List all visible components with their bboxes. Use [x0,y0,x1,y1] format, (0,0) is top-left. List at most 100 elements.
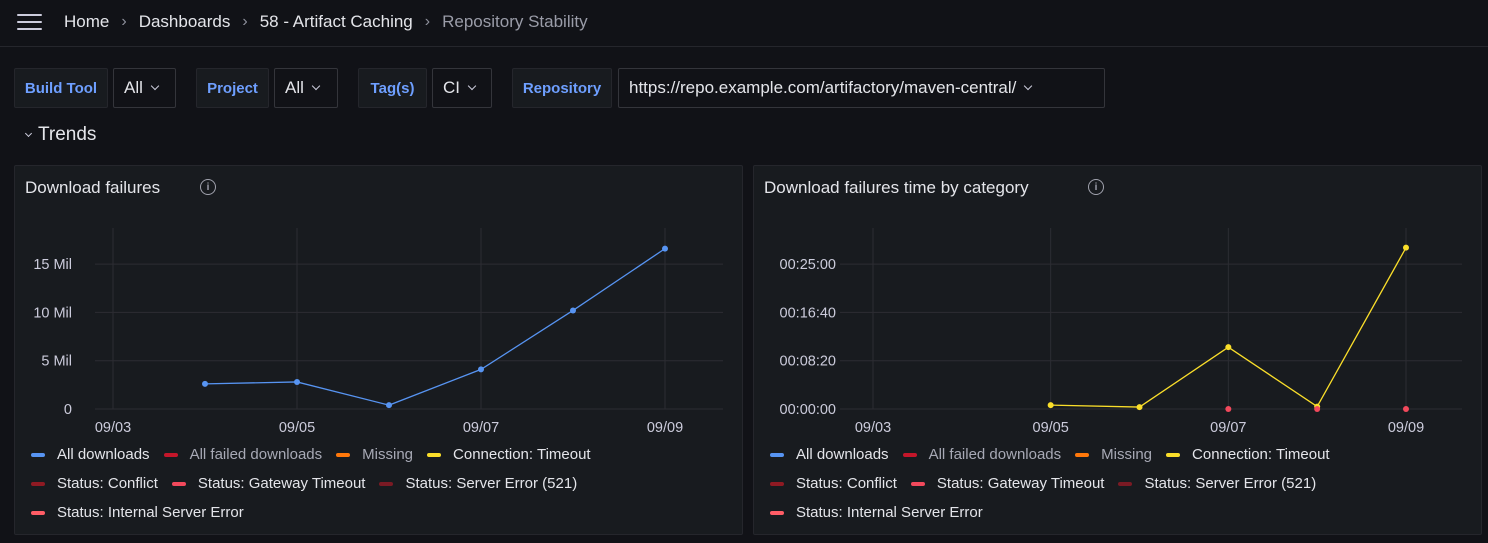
tags-label: Tag(s) [358,68,427,108]
y-tick-label: 10 Mil [33,305,72,321]
tags-select[interactable]: CI [432,68,492,108]
legend-item[interactable]: Status: Server Error (521) [1118,474,1316,493]
legend-label: Status: Server Error (521) [1144,475,1317,492]
repository-select[interactable]: https://repo.example.com/artifactory/mav… [618,68,1105,108]
data-point[interactable] [1403,406,1409,412]
legend-swatch [336,452,351,457]
panel-download-failures-time: Download failures time by category i 09/… [753,165,1482,535]
legend-swatch [770,481,784,486]
legend-item[interactable]: Status: Conflict [31,474,158,493]
row-title: Trends [38,124,97,145]
project-label: Project [196,68,269,108]
build-tool-select[interactable]: All [113,68,176,108]
legend: All downloads All failed downloads Missing… [31,445,731,522]
legend-item[interactable]: Status: Internal Server Error [770,503,983,522]
chevron-down-icon [1024,81,1033,91]
project-select[interactable]: All [274,68,338,108]
x-tick-label: 09/03 [855,420,891,436]
legend-item[interactable]: All failed downloads [163,445,323,464]
legend-swatch [171,481,186,486]
tags-value: CI [443,78,460,97]
legend-swatch [770,452,784,457]
legend-item[interactable]: All failed downloads [902,445,1062,464]
repository-value: https://repo.example.com/artifactory/mav… [629,78,1017,97]
chevron-down-icon [467,81,477,91]
data-point[interactable] [1314,406,1321,412]
top-bar: Home › Dashboards › 58 - Artifact Cachin… [0,0,1488,47]
x-tick-label: 09/05 [279,420,315,436]
legend-item[interactable]: Status: Internal Server Error [31,503,244,522]
legend-label: All downloads [57,446,150,463]
breadcrumb-current: Repository Stability [442,12,588,31]
legend-item[interactable]: All downloads [770,445,889,464]
legend-item[interactable]: Status: Server Error (521) [379,474,577,493]
build-tool-value: All [124,78,143,97]
legend-label: Missing [1101,446,1153,463]
legend-label: Status: Server Error (521) [405,475,578,492]
legend-label: All downloads [796,446,889,463]
data-point[interactable] [478,366,484,373]
legend-swatch [427,452,442,457]
legend-item[interactable]: Missing [1075,445,1152,464]
legend-label: Status: Gateway Timeout [197,475,366,492]
legend-swatch [910,481,925,486]
breadcrumb-folder[interactable]: 58 - Artifact Caching [260,12,413,32]
x-tick-label: 09/03 [95,420,131,436]
legend-label: Missing [362,446,414,463]
legend-swatch [379,481,394,486]
legend-item[interactable]: Status: Gateway Timeout [910,474,1104,493]
data-point[interactable] [1136,404,1143,411]
project-value: All [285,78,304,97]
data-point[interactable] [662,245,668,252]
legend-swatch [31,510,45,515]
legend-swatch [1118,481,1133,486]
breadcrumb: Home › Dashboards › 58 - Artifact Cachin… [64,12,588,32]
data-point[interactable] [1225,344,1232,351]
y-tick-label: 00:16:40 [780,305,836,321]
legend-label: All failed downloads [928,446,1062,463]
legend-item[interactable]: Missing [336,445,413,464]
data-point[interactable] [1047,402,1054,409]
legend-item[interactable]: Connection: Timeout [1166,445,1330,464]
y-tick-label: 00:00:00 [780,402,836,418]
breadcrumb-home[interactable]: Home [64,12,109,32]
y-tick-label: 5 Mil [41,354,72,370]
build-tool-label: Build Tool [14,68,108,108]
data-point[interactable] [570,307,576,314]
data-point[interactable] [386,402,392,409]
row-toggle-trends[interactable]: Trends [24,124,97,146]
chevron-right-icon: › [121,13,127,30]
legend-swatch [1075,452,1090,457]
y-tick-label: 0 [64,402,72,418]
legend-label: Status: Conflict [796,475,897,492]
legend-swatch [31,452,45,457]
hamburger-menu-icon[interactable] [17,14,42,32]
legend-swatch [31,481,45,486]
x-tick-label: 09/07 [463,420,499,436]
legend-item[interactable]: Status: Gateway Timeout [171,474,366,493]
legend-item[interactable]: Status: Conflict [770,474,897,493]
chart-download-failures-time: 09/03 09/05 09/07 09/09 00:00:00 00:08:20 00:1… [780,228,1462,436]
chevron-right-icon: › [242,13,248,30]
y-tick-label: 00:08:20 [780,354,836,370]
variables-bar: Build Tool All Project All Tag(s) CI Rep… [14,68,1474,108]
chart-download-failures: 09/03 09/05 09/07 09/09 0 5 Mil 10 Mil 15 Mil [33,228,723,436]
x-tick-label: 09/05 [1033,420,1069,436]
legend-label: All failed downloads [189,446,323,463]
legend-item[interactable]: Connection: Timeout [427,445,591,464]
legend-item[interactable]: All downloads [31,445,150,464]
legend-label: Status: Conflict [57,475,158,492]
breadcrumb-dashboards[interactable]: Dashboards [139,12,231,32]
x-tick-label: 09/07 [1210,420,1246,436]
data-point[interactable] [1225,406,1232,412]
y-tick-label: 00:25:00 [780,257,836,273]
data-point[interactable] [294,378,300,385]
x-tick-label: 09/09 [647,420,683,436]
data-point[interactable] [1403,244,1409,251]
chevron-right-icon: › [424,13,431,30]
legend-swatch [902,452,917,457]
series-line [204,248,666,406]
legend-swatch [1166,452,1181,457]
chevron-down-icon [311,81,321,91]
data-point[interactable] [202,380,208,387]
